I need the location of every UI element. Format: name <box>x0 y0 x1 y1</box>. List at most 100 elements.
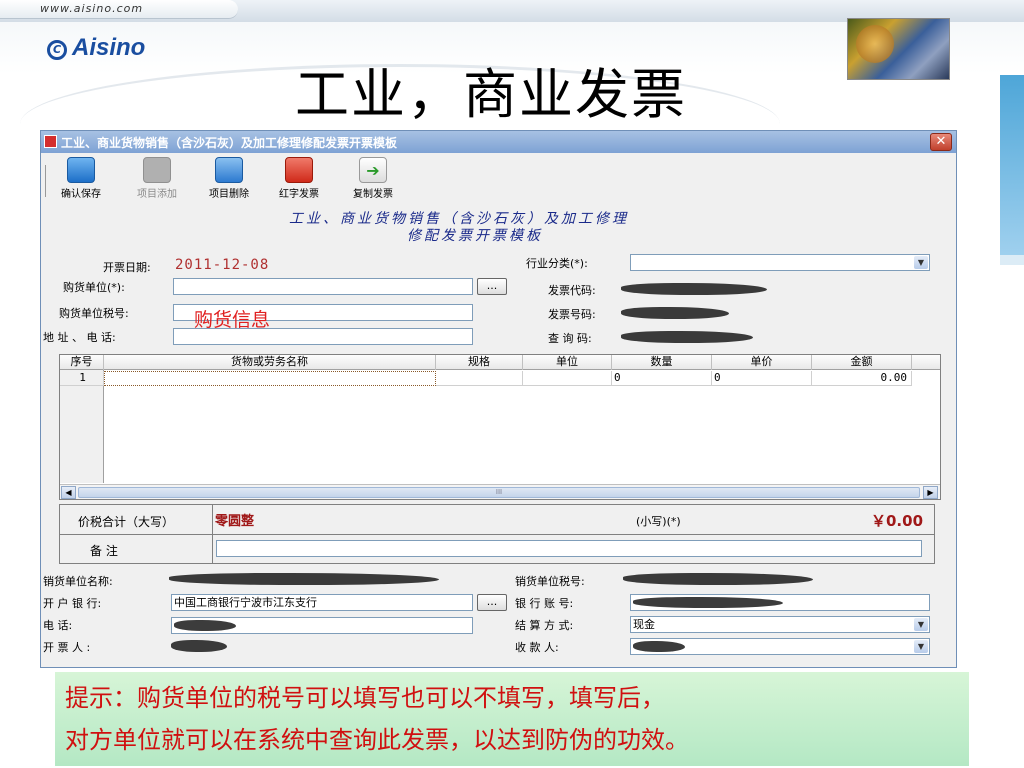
industry-select[interactable]: ▼ <box>630 254 930 271</box>
redacted-phone <box>174 620 236 631</box>
industry-label: 行业分类(*): <box>526 257 588 270</box>
bank-input[interactable]: 中国工商银行宁波市江东支行 <box>171 594 473 611</box>
toolbar-separator <box>45 165 46 197</box>
right-accent-bar <box>1000 75 1024 255</box>
payee-label: 收 款 人: <box>515 641 559 654</box>
buyer-label: 购货单位(*): <box>63 281 125 294</box>
settlement-value: 现金 <box>633 618 655 631</box>
small-amount-label: (小写)(*) <box>636 515 681 528</box>
redacted-payee <box>633 641 685 652</box>
item-grid: 序号 货物或劳务名称 规格 单位 数量 单价 金额 1 0 0 0.00 ◀ I… <box>59 354 941 500</box>
total-amount-chinese: 零圆整 <box>215 514 255 529</box>
scroll-left-icon[interactable]: ◀ <box>61 486 76 499</box>
invoice-window: 工业、商业货物销售（含沙石灰）及加工修理修配发票开票模板 ✕ 确认保存 项目添加… <box>40 130 957 668</box>
buyer-tax-label: 购货单位税号: <box>59 307 129 320</box>
row-header-column <box>60 370 104 483</box>
red-invoice-button[interactable]: 红字发票 <box>279 157 319 200</box>
total-amount: ￥0.00 <box>871 512 924 530</box>
url-pill: www.aisino.com <box>0 0 238 19</box>
redacted-invoice-number <box>621 307 729 319</box>
cell-name[interactable] <box>104 371 436 386</box>
bank-account-label: 银 行 账 号: <box>515 597 574 610</box>
copy-invoice-icon <box>359 157 387 183</box>
bank-account-input[interactable] <box>630 594 930 611</box>
redacted-bank-account <box>633 597 783 608</box>
total-label: 价税合计（大写） <box>78 515 175 529</box>
app-icon <box>44 135 57 148</box>
summary-vertical-divider <box>212 505 213 563</box>
cell-price[interactable]: 0 <box>712 371 812 386</box>
remark-label: 备 注 <box>90 544 118 558</box>
redacted-query-code <box>621 331 753 343</box>
delete-item-icon <box>215 157 243 183</box>
right-accent-bar-light <box>1000 255 1024 265</box>
payee-select[interactable]: ▼ <box>630 638 930 655</box>
date-value: 2011-12-08 <box>175 257 270 273</box>
summary-divider <box>60 534 934 535</box>
horizontal-scrollbar[interactable]: ◀ III ▶ <box>60 484 940 499</box>
bank-label: 开 户 银 行: <box>43 597 102 610</box>
cell-qty[interactable]: 0 <box>612 371 712 386</box>
scroll-thumb[interactable]: III <box>78 487 920 498</box>
scroll-right-icon[interactable]: ▶ <box>923 486 938 499</box>
chevron-down-icon[interactable]: ▼ <box>914 618 928 631</box>
grid-header: 序号 货物或劳务名称 规格 单位 数量 单价 金额 <box>60 355 940 370</box>
remark-input[interactable] <box>216 540 922 557</box>
col-header-amount[interactable]: 金额 <box>812 355 912 370</box>
delete-item-label: 项目删除 <box>209 189 249 200</box>
address-input[interactable] <box>173 328 473 345</box>
window-title: 工业、商业货物销售（含沙石灰）及加工修理修配发票开票模板 <box>61 136 398 150</box>
add-item-icon <box>143 157 171 183</box>
aisino-logo-icon: C <box>47 40 67 60</box>
save-label: 确认保存 <box>61 189 101 200</box>
red-invoice-label: 红字发票 <box>279 189 319 200</box>
form-title-line2: 修配发票开票模板 <box>407 228 543 244</box>
summary-box: 价税合计（大写） (小写)(*) 备 注 <box>59 504 935 564</box>
cell-no: 1 <box>60 371 104 386</box>
phone-label: 电 话: <box>43 619 73 632</box>
settlement-label: 结 算 方 式: <box>515 619 574 632</box>
col-header-spec[interactable]: 规格 <box>436 355 523 370</box>
copy-invoice-button[interactable]: 复制发票 <box>353 157 393 200</box>
buyer-input[interactable] <box>173 278 473 295</box>
add-item-button[interactable]: 项目添加 <box>137 157 177 200</box>
chevron-down-icon[interactable]: ▼ <box>914 256 928 269</box>
buyer-lookup-button[interactable]: ... <box>477 278 507 295</box>
seller-tax-label: 销货单位税号: <box>515 575 585 588</box>
redacted-invoice-code <box>621 283 767 295</box>
url-text: www.aisino.com <box>40 2 144 15</box>
window-titlebar[interactable]: 工业、商业货物销售（含沙石灰）及加工修理修配发票开票模板 ✕ <box>41 131 956 153</box>
invoice-code-label: 发票代码: <box>548 284 596 297</box>
cell-unit[interactable] <box>523 371 612 386</box>
settlement-select[interactable]: 现金 ▼ <box>630 616 930 633</box>
seller-name-label: 销货单位名称: <box>43 575 113 588</box>
chevron-down-icon[interactable]: ▼ <box>914 640 928 653</box>
aisino-logo: Aisino <box>72 34 146 61</box>
slide-title: 工业，商业发票 <box>295 63 687 126</box>
bank-lookup-button[interactable]: ... <box>477 594 507 611</box>
copy-invoice-label: 复制发票 <box>353 189 393 200</box>
tip-line2: 对方单位就可以在系统中查询此发票，以达到防伪的功效。 <box>65 726 689 754</box>
col-header-price[interactable]: 单价 <box>712 355 812 370</box>
col-header-name[interactable]: 货物或劳务名称 <box>104 355 436 370</box>
tip-box: 提示：购货单位的税号可以填写也可以不填写，填写后， 对方单位就可以在系统中查询此… <box>55 672 969 766</box>
close-button[interactable]: ✕ <box>930 133 952 151</box>
col-header-no[interactable]: 序号 <box>60 355 104 370</box>
invoice-number-label: 发票号码: <box>548 308 596 321</box>
tip-line1: 提示：购货单位的税号可以填写也可以不填写，填写后， <box>65 684 665 712</box>
redacted-drawer <box>171 640 227 652</box>
red-invoice-icon <box>285 157 313 183</box>
save-button[interactable]: 确认保存 <box>61 157 101 200</box>
col-header-unit[interactable]: 单位 <box>523 355 612 370</box>
delete-item-button[interactable]: 项目删除 <box>209 157 249 200</box>
col-header-qty[interactable]: 数量 <box>612 355 712 370</box>
cell-spec[interactable] <box>436 371 523 386</box>
corner-decor-image <box>847 18 950 80</box>
phone-input[interactable] <box>171 617 473 634</box>
drawer-label: 开 票 人 : <box>43 641 91 654</box>
query-code-label: 查 询 码: <box>548 332 592 345</box>
address-label: 地 址 、 电 话: <box>43 331 116 344</box>
date-label: 开票日期: <box>103 261 151 274</box>
redacted-seller-tax <box>623 573 813 585</box>
cell-amount[interactable]: 0.00 <box>812 371 912 386</box>
